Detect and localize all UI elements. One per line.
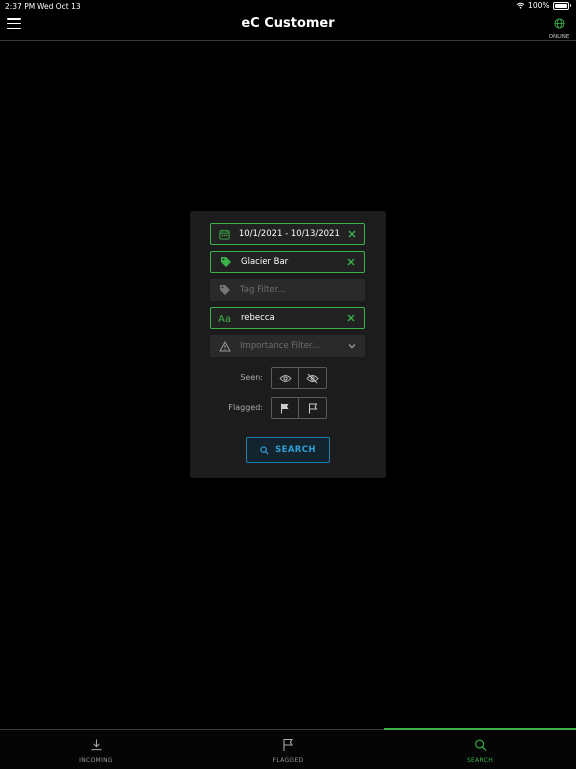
page-title: eC Customer (241, 16, 335, 31)
importance-dropdown-toggle[interactable] (339, 343, 365, 349)
warning-icon (219, 341, 231, 351)
wifi-icon (516, 2, 525, 9)
importance-filter-dropdown[interactable]: Importance Filter... (210, 335, 365, 357)
flagged-filter-row: Flagged: (190, 397, 386, 419)
tag-icon (220, 285, 230, 295)
clear-customer-button[interactable] (338, 258, 364, 266)
flag-icon (283, 738, 293, 751)
online-status[interactable]: ONLINE (546, 14, 572, 40)
date-range-value: 10/1/2021 - 10/13/2021 (238, 229, 340, 239)
seen-button[interactable] (271, 367, 299, 389)
eye-icon (278, 374, 292, 382)
eye-off-icon (306, 373, 319, 383)
tab-search[interactable]: SEARCH (384, 730, 576, 769)
svg-text:Aa: Aa (218, 314, 231, 323)
tab-incoming[interactable]: INCOMING (0, 730, 192, 769)
status-bar: 2:37 PM Wed Oct 13 100% (0, 0, 576, 12)
seen-filter-row: Seen: (190, 367, 386, 389)
close-icon (347, 314, 355, 322)
bottom-tab-bar: INCOMING FLAGGED SEARCH (0, 728, 576, 769)
seen-label: Seen: (240, 373, 263, 382)
status-time: 2:37 PM (5, 2, 36, 11)
search-filter-panel: 10/1/2021 - 10/13/2021 Glacier Bar Tag F… (190, 211, 386, 478)
unflagged-button[interactable] (299, 397, 327, 419)
nav-bar: eC Customer ONLINE (0, 12, 576, 41)
clear-text-query-button[interactable] (338, 314, 364, 322)
flag-outline-icon (308, 403, 317, 413)
importance-filter-placeholder: Importance Filter... (240, 341, 320, 351)
customer-filter[interactable]: Glacier Bar (210, 251, 365, 273)
tab-incoming-label: INCOMING (79, 757, 113, 764)
status-date: Wed Oct 13 (37, 2, 81, 11)
search-icon (260, 445, 269, 455)
clear-date-range-button[interactable] (340, 230, 364, 238)
chevron-down-icon (348, 344, 356, 349)
text-case-icon: Aa (218, 314, 231, 323)
customer-value: Glacier Bar (241, 257, 289, 267)
close-icon (347, 258, 355, 266)
text-query-value: rebecca (241, 313, 275, 323)
tag-icon (221, 257, 231, 267)
battery-tip (569, 4, 571, 7)
status-right: 100% (516, 1, 571, 10)
seen-toggle-group (271, 367, 327, 389)
search-button-label: SEARCH (275, 445, 316, 455)
tab-search-label: SEARCH (466, 757, 494, 764)
text-search-filter[interactable]: Aa rebecca (210, 307, 365, 329)
battery-percent: 100% (528, 1, 550, 10)
close-icon (348, 230, 356, 238)
unseen-button[interactable] (299, 367, 327, 389)
tag-filter-placeholder: Tag Filter... (240, 285, 286, 295)
search-button[interactable]: SEARCH (246, 437, 330, 463)
calendar-icon (219, 229, 230, 240)
tab-flagged[interactable]: FLAGGED (192, 730, 384, 769)
battery-icon (552, 1, 569, 10)
flagged-label: Flagged: (228, 403, 263, 412)
online-label: ONLINE (548, 34, 570, 40)
download-icon (90, 739, 102, 751)
globe-icon (553, 18, 565, 29)
flagged-button[interactable] (271, 397, 299, 419)
tag-filter-field[interactable]: Tag Filter... (210, 279, 365, 301)
tab-flagged-label: FLAGGED (272, 757, 304, 764)
search-icon (474, 739, 486, 751)
flag-filled-icon (281, 403, 289, 413)
date-range-filter[interactable]: 10/1/2021 - 10/13/2021 (210, 223, 365, 245)
flagged-toggle-group (271, 397, 327, 419)
